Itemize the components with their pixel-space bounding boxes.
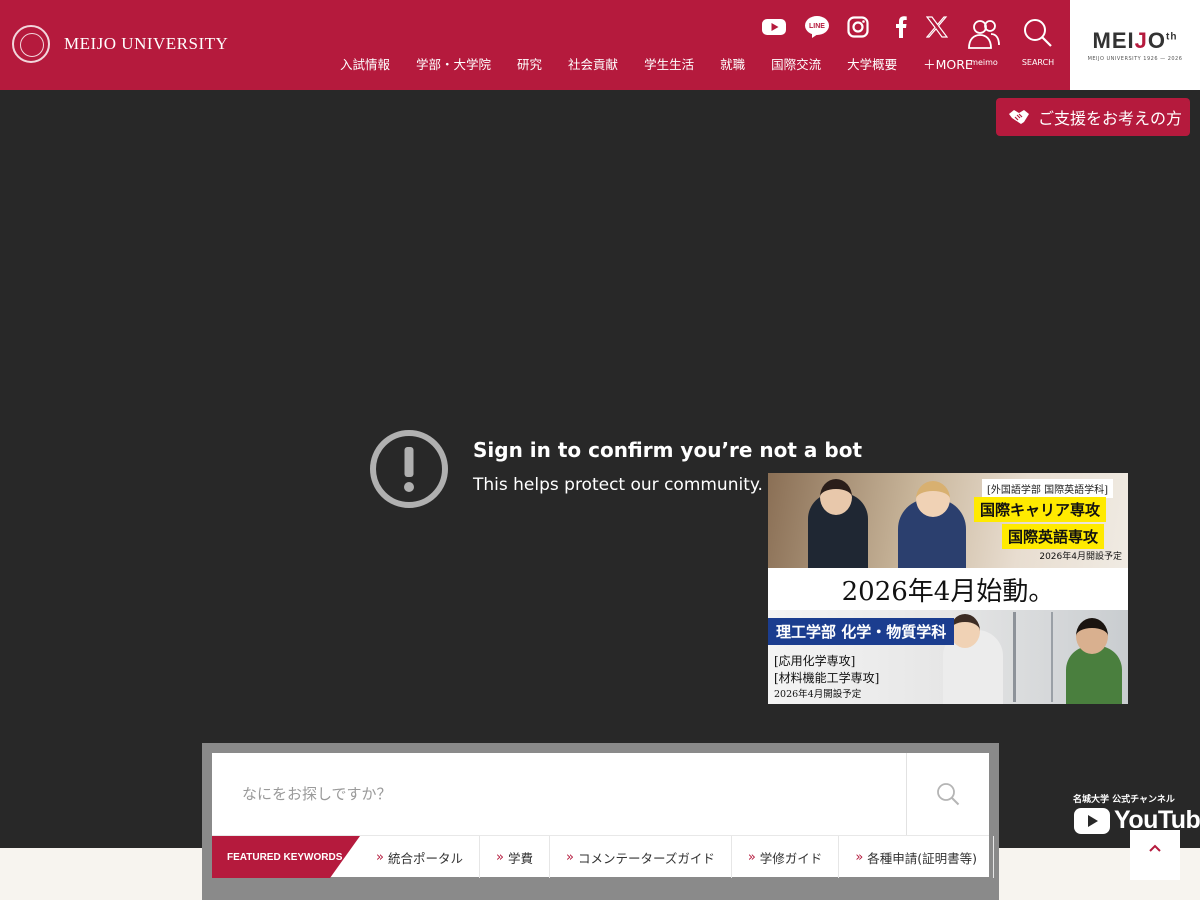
- main-nav: 入試情報 学部・大学院 研究 社会貢献 学生生活 就職 国際交流 大学概要 ＋M…: [340, 54, 999, 73]
- search-icon: [1024, 19, 1052, 47]
- promo-photo-bottom: 理工学部 化学・物質学科 [応用化学専攻] [材料機能工学専攻] 2026年4月…: [768, 610, 1128, 704]
- lab-apparatus: [1013, 612, 1053, 702]
- faculty-tag: [外国語学部 国際英語学科]: [982, 479, 1113, 498]
- nav-item-admissions[interactable]: 入試情報: [340, 54, 390, 73]
- nav-item-international[interactable]: 国際交流: [771, 54, 821, 73]
- handshake-icon: [1009, 110, 1029, 124]
- search-icon: [937, 783, 960, 806]
- featured-keywords-label: FEATURED KEYWORDS: [212, 836, 360, 878]
- keyword-applications[interactable]: » 各種申請(証明書等): [839, 836, 995, 878]
- university-seal-icon: [12, 25, 50, 63]
- program-line-applied: [応用化学専攻]: [774, 654, 856, 668]
- student-head-2: [1076, 618, 1108, 654]
- search-input[interactable]: [212, 753, 906, 835]
- researcher-head: [950, 614, 980, 648]
- instagram-icon[interactable]: [843, 12, 873, 42]
- keyword-study-guide[interactable]: » 学修ガイド: [732, 836, 840, 878]
- promo-photo-top: [外国語学部 国際英語学科] 国際キャリア専攻 国際英語専攻 2026年4月開設…: [768, 473, 1128, 568]
- site-logo[interactable]: MEIJO UNIVERSITY: [12, 25, 228, 63]
- opening-note: 2026年4月開設予定: [1039, 552, 1122, 562]
- youtube-icon: [1074, 807, 1110, 834]
- site-header: MEIJO UNIVERSITY LINE 入試情報 学部・大学院 研究 社会貢…: [0, 0, 1200, 90]
- search-label: SEARCH: [1021, 58, 1055, 67]
- nav-item-career[interactable]: 就職: [720, 54, 745, 73]
- video-message-subtitle: This helps protect our community. Le: [473, 475, 788, 495]
- search-submit-button[interactable]: [906, 753, 989, 835]
- logo-text: MEIJO UNIVERSITY: [64, 34, 229, 53]
- featured-keywords: FEATURED KEYWORDS » 統合ポータル » 学費 » コメンテーターズガ…: [212, 835, 995, 878]
- program-tag-career: 国際キャリア専攻: [974, 497, 1107, 522]
- department-tag: 理工学部 化学・物質学科: [768, 618, 955, 645]
- keyword-list: » 統合ポータル » 学費 » コメンテーターズガイド » 学修ガイド » 各種申請(証明…: [360, 836, 995, 878]
- search-box: [212, 753, 989, 835]
- chevron-up-icon: [1149, 844, 1161, 852]
- centennial-logo[interactable]: MEIJOth MEIJO UNIVERSITY 1926 — 2026: [1070, 0, 1200, 90]
- chevron-right-icon: »: [376, 849, 384, 865]
- keyword-commentators-guide[interactable]: » コメンテーターズガイド: [550, 836, 732, 878]
- chevron-right-icon: »: [495, 849, 504, 865]
- support-button-label: ご支援をお考えの方: [1038, 109, 1183, 128]
- nav-item-about[interactable]: 大学概要: [847, 54, 897, 73]
- opening-note-2: 2026年4月開設予定: [774, 689, 862, 700]
- nav-item-student-life[interactable]: 学生生活: [644, 54, 694, 73]
- video-message-title: Sign in to confirm you’re not a bot: [473, 438, 863, 462]
- x-icon[interactable]: [922, 12, 952, 42]
- chevron-right-icon: »: [747, 849, 756, 865]
- meimo-label: meimo: [970, 58, 998, 67]
- centennial-subline: MEIJO UNIVERSITY 1926 — 2026: [1087, 56, 1183, 62]
- youtube-channel-caption: 名城大学 公式チャンネル: [1073, 795, 1175, 805]
- svg-text:LINE: LINE: [809, 23, 825, 30]
- program-line-materials: [材料機能工学専攻]: [774, 671, 880, 685]
- nav-item-contribution[interactable]: 社会貢献: [568, 54, 618, 73]
- nav-item-research[interactable]: 研究: [517, 54, 542, 73]
- keyword-tuition[interactable]: » 学費: [480, 836, 550, 878]
- back-to-top-button[interactable]: [1130, 830, 1180, 880]
- student-head: [820, 479, 852, 515]
- chevron-right-icon: »: [565, 849, 574, 865]
- people-icon: [968, 20, 1000, 49]
- nav-item-faculties[interactable]: 学部・大学院: [416, 54, 491, 73]
- facebook-icon[interactable]: [886, 12, 916, 42]
- meimo-button[interactable]: meimo: [962, 18, 1006, 67]
- promo-headline: 2026年4月始動。: [768, 568, 1128, 610]
- alert-icon: [370, 430, 448, 508]
- header-search-button[interactable]: SEARCH: [1016, 18, 1060, 67]
- program-tag-english: 国際英語専攻: [1002, 524, 1105, 549]
- youtube-icon[interactable]: [759, 12, 789, 42]
- line-icon[interactable]: LINE: [802, 12, 832, 42]
- keyword-portal[interactable]: » 統合ポータル: [360, 836, 480, 878]
- student-figure-2: [1066, 646, 1122, 704]
- centennial-wordmark: MEIJOth: [1092, 28, 1178, 53]
- teacher-head: [916, 481, 950, 517]
- promo-banner[interactable]: [外国語学部 国際英語学科] 国際キャリア専攻 国際英語専攻 2026年4月開設…: [768, 473, 1128, 704]
- chevron-right-icon: »: [855, 849, 864, 865]
- support-button[interactable]: ご支援をお考えの方: [996, 98, 1190, 136]
